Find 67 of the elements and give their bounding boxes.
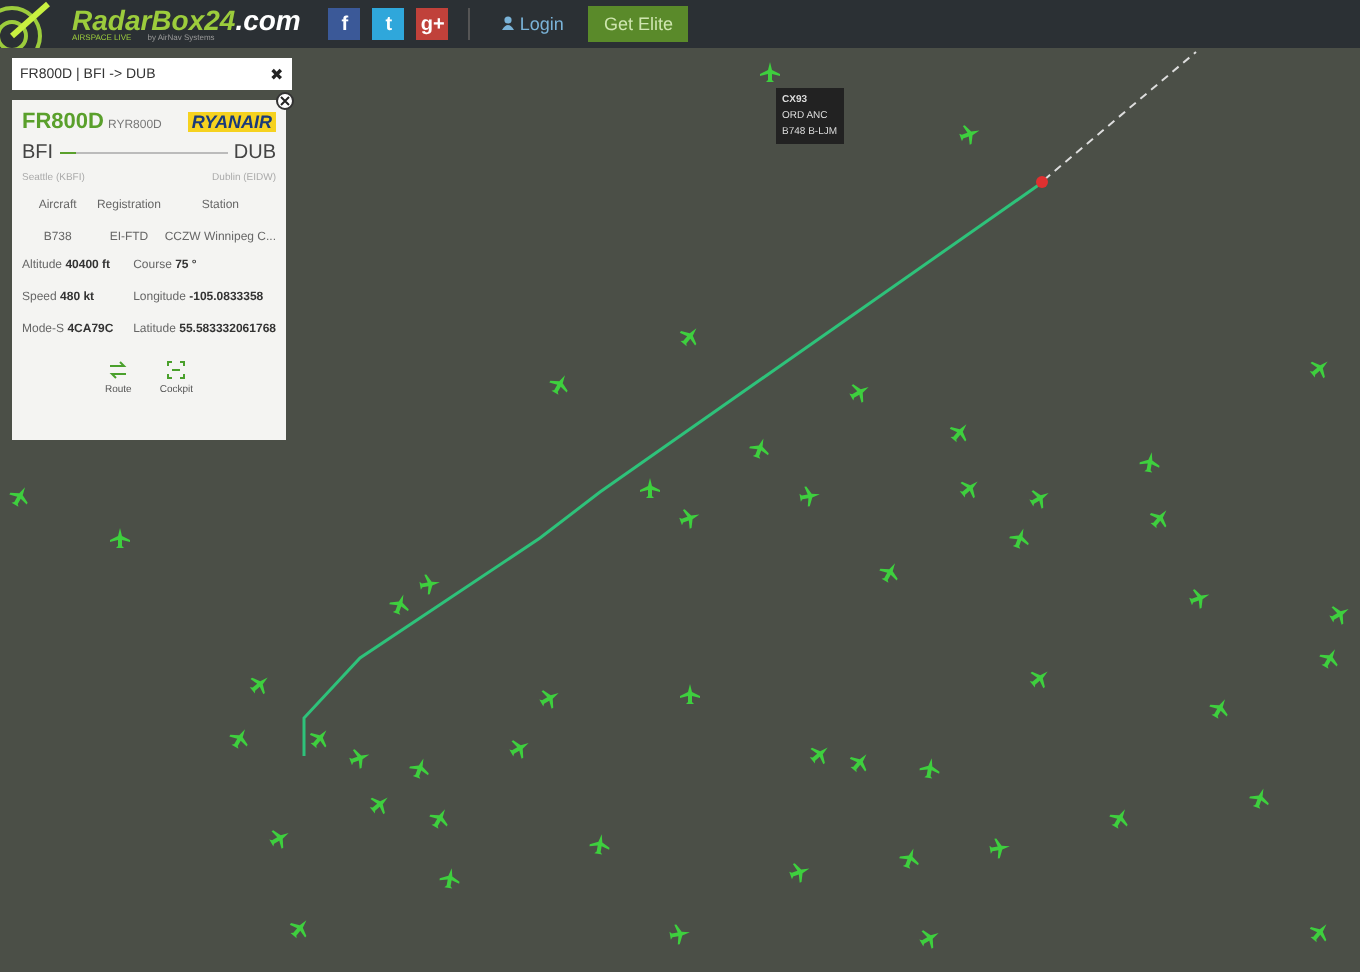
airplane-icon[interactable] xyxy=(289,920,307,939)
airplane-icon[interactable] xyxy=(269,830,289,849)
social-button[interactable]: f xyxy=(328,8,361,40)
airplane-icon[interactable] xyxy=(1309,924,1327,943)
airplane-icon[interactable] xyxy=(429,809,448,829)
airplane-icon[interactable] xyxy=(1029,671,1048,689)
origin-code: BFI xyxy=(22,142,54,164)
airplane-icon[interactable] xyxy=(1029,490,1049,509)
airplane-icon[interactable] xyxy=(949,424,967,443)
airplane-icon[interactable] xyxy=(439,868,460,889)
airplane-icon[interactable] xyxy=(760,62,780,82)
airplane-icon[interactable] xyxy=(959,125,980,145)
airplane-icon[interactable] xyxy=(899,848,919,869)
airplane-icon[interactable] xyxy=(509,740,529,759)
airplane-icon[interactable] xyxy=(349,749,370,769)
airplane-icon[interactable] xyxy=(229,729,248,749)
airplane-icon[interactable] xyxy=(1149,510,1167,529)
frame-icon xyxy=(166,360,187,380)
airplane-icon[interactable] xyxy=(419,574,440,595)
airplane-icon[interactable] xyxy=(849,384,869,403)
airplane-icon[interactable] xyxy=(1009,528,1029,549)
social-button[interactable]: g+ xyxy=(416,8,449,40)
airplane-icon[interactable] xyxy=(369,797,388,815)
airplane-icon[interactable] xyxy=(680,684,700,704)
airplane-icon[interactable] xyxy=(679,509,700,529)
airplane-icon[interactable] xyxy=(809,747,828,765)
airplane-icon[interactable] xyxy=(249,677,268,695)
airplane-icon[interactable] xyxy=(989,838,1010,859)
arrows-icon xyxy=(108,360,129,380)
airplane-icon[interactable] xyxy=(1189,589,1210,609)
airline-logo: RYANAIR xyxy=(187,112,276,132)
airplane-icon[interactable] xyxy=(1249,788,1269,809)
airplane-icon[interactable] xyxy=(1329,606,1349,625)
user-icon xyxy=(502,16,515,30)
flight-callsign: FR800D xyxy=(22,110,104,134)
close-button[interactable]: ✖ xyxy=(270,65,284,83)
airplane-icon[interactable] xyxy=(789,863,810,883)
airplane-icon[interactable] xyxy=(679,328,697,347)
airplane-icon[interactable] xyxy=(799,486,820,507)
close-icon xyxy=(280,96,290,106)
airplane-icon[interactable] xyxy=(110,528,130,548)
airplane-icon[interactable] xyxy=(919,758,940,779)
airplane-icon[interactable] xyxy=(9,487,28,507)
airplane-icon[interactable] xyxy=(919,930,939,949)
destination-code: DUB xyxy=(233,142,276,164)
airplane-icon[interactable] xyxy=(1319,649,1338,669)
map-background[interactable] xyxy=(0,48,1360,972)
airplane-icon[interactable] xyxy=(749,438,769,459)
airplane-icon[interactable] xyxy=(589,834,610,855)
airplane-icon[interactable] xyxy=(1139,452,1160,473)
close-button[interactable] xyxy=(276,92,294,110)
airplane-icon[interactable] xyxy=(309,730,327,749)
airplane-icon[interactable] xyxy=(640,478,660,498)
airplane-icon[interactable] xyxy=(409,758,429,779)
airplane-icon[interactable] xyxy=(959,481,978,499)
airplane-icon[interactable] xyxy=(539,690,559,709)
airplane-icon[interactable] xyxy=(849,754,867,773)
airplane-icon[interactable] xyxy=(389,594,409,615)
airplane-icon[interactable] xyxy=(1309,361,1328,379)
airplane-icon[interactable] xyxy=(1209,699,1228,719)
airplane-icon[interactable] xyxy=(669,924,690,945)
aircraft-marker[interactable] xyxy=(1036,176,1048,188)
airplane-icon[interactable] xyxy=(879,563,898,583)
airplane-icon[interactable] xyxy=(1109,809,1128,829)
brand-name: RadarBox24.com xyxy=(72,6,301,34)
airplane-icon[interactable] xyxy=(549,375,568,395)
login-button[interactable]: Login xyxy=(490,12,576,36)
